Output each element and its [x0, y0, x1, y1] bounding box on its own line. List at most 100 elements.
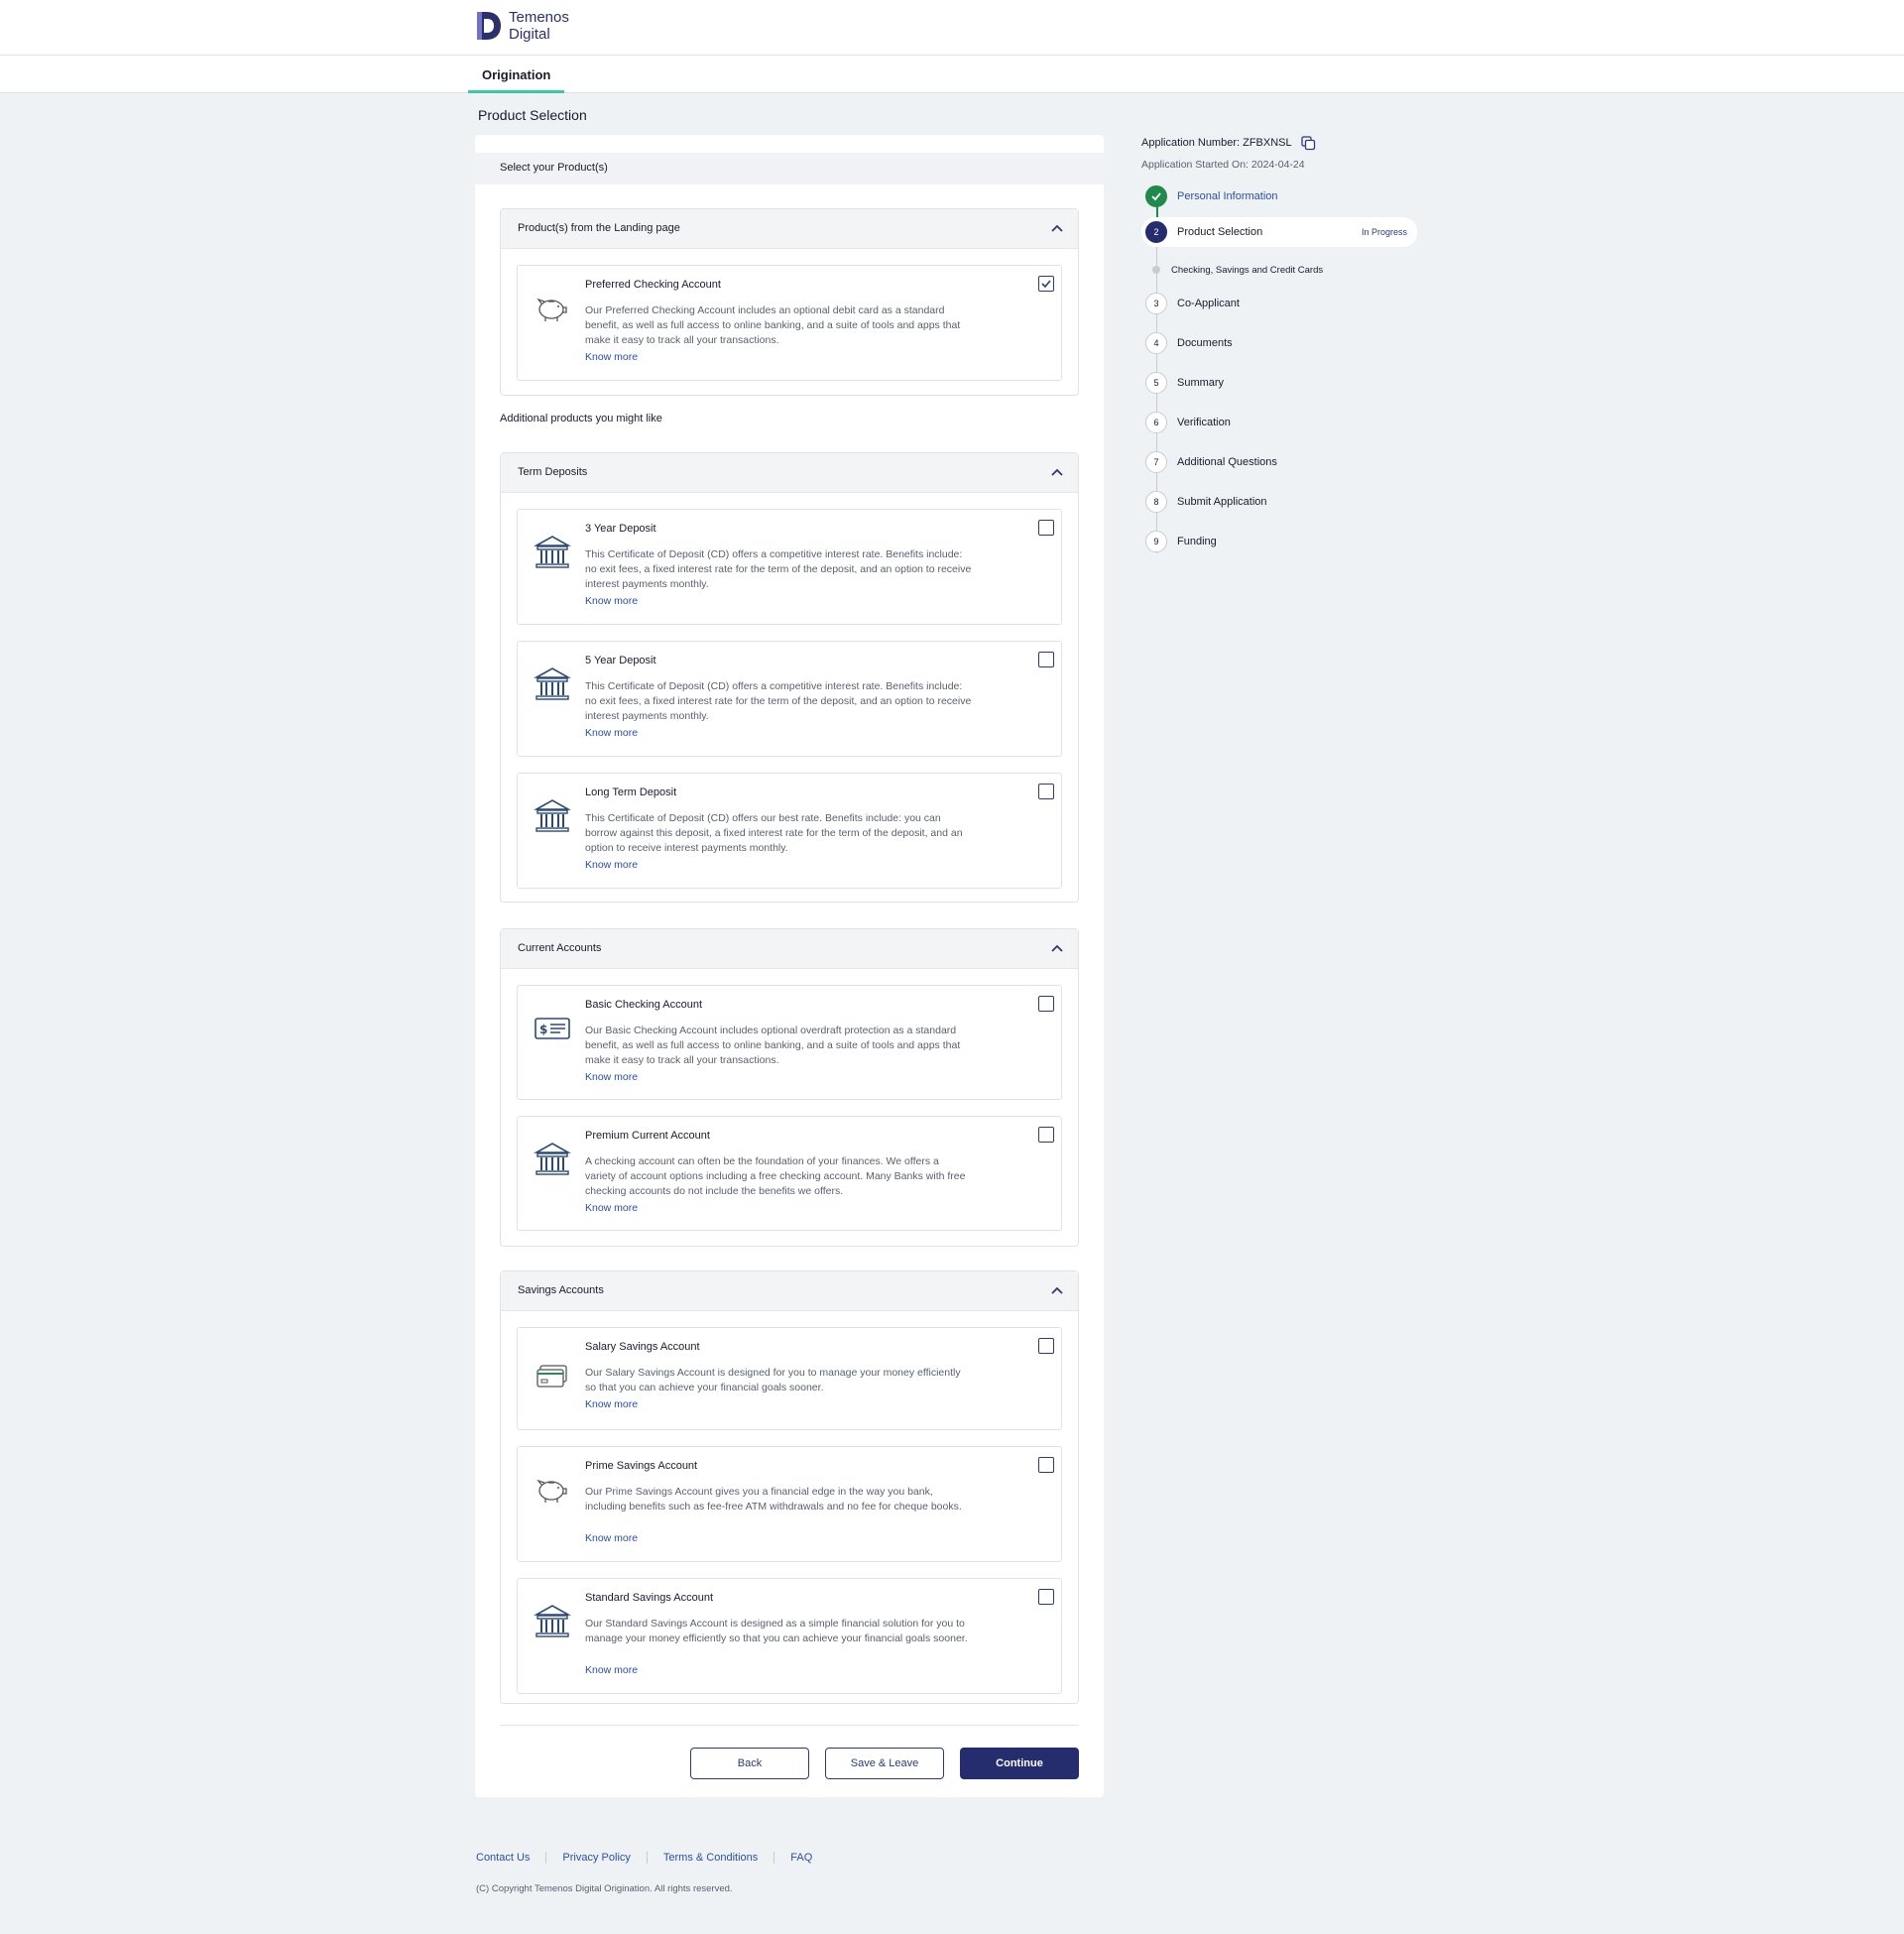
footer-divider [500, 1725, 1079, 1726]
brand-line-1: Temenos [509, 9, 569, 26]
product-card: $ Basic Checking Account Our Basic Check… [517, 985, 1062, 1100]
product-checkbox[interactable] [1038, 784, 1054, 799]
step-label: Additional Questions [1177, 456, 1277, 468]
top-bar: Temenos Digital [0, 0, 1904, 56]
step-verification[interactable]: 6 Verification [1145, 411, 1417, 434]
footer-link-faq[interactable]: FAQ [790, 1852, 812, 1864]
step-label: Personal Information [1177, 190, 1278, 202]
step-number: 6 [1145, 412, 1167, 433]
product-checkbox[interactable] [1038, 520, 1054, 536]
step-product-selection[interactable]: 2 Product Selection In Progress [1141, 217, 1417, 247]
copyright-text: (C) Copyright Temenos Digital Originatio… [476, 1883, 733, 1894]
know-more-link[interactable]: Know more [585, 1532, 638, 1544]
step-label: Product Selection [1177, 226, 1263, 238]
brand-name: Temenos Digital [509, 9, 569, 43]
know-more-link[interactable]: Know more [585, 1202, 638, 1214]
product-checkbox[interactable] [1038, 1589, 1054, 1605]
product-description: Our Prime Savings Account gives you a fi… [585, 1486, 962, 1512]
step-number: 4 [1145, 332, 1167, 354]
product-description: This Certificate of Deposit (CD) offers … [585, 548, 972, 590]
product-card: Long Term Deposit This Certificate of De… [517, 773, 1062, 889]
step-additional-questions[interactable]: 7 Additional Questions [1145, 450, 1417, 474]
step-label: Co-Applicant [1177, 298, 1240, 309]
section-title: Term Deposits [518, 466, 588, 478]
product-description: This Certificate of Deposit (CD) offers … [585, 812, 963, 854]
product-card: Salary Savings Account Our Salary Saving… [517, 1327, 1062, 1430]
product-checkbox[interactable] [1038, 652, 1054, 667]
product-checkbox[interactable] [1038, 1457, 1054, 1473]
footer-separator [646, 1852, 648, 1864]
product-checkbox[interactable] [1038, 1127, 1054, 1143]
save-and-leave-button[interactable]: Save & Leave [825, 1748, 944, 1779]
chevron-up-icon[interactable] [1050, 1283, 1064, 1297]
back-button[interactable]: Back [690, 1748, 809, 1779]
bank-icon [534, 1605, 571, 1637]
tab-origination[interactable]: Origination [468, 56, 565, 93]
svg-text:$: $ [539, 1023, 547, 1036]
step-personal-information[interactable]: Personal Information [1145, 184, 1417, 208]
product-checkbox[interactable] [1038, 996, 1054, 1012]
section-savings-accounts: Savings Accounts Salary Savings Account … [500, 1270, 1079, 1704]
step-number: 9 [1145, 531, 1167, 552]
continue-button[interactable]: Continue [960, 1748, 1079, 1779]
product-description: Our Standard Savings Account is designed… [585, 1618, 968, 1644]
substep-checking-savings-credit[interactable]: Checking, Savings and Credit Cards [1145, 258, 1417, 282]
footer-link-terms-conditions[interactable]: Terms & Conditions [663, 1852, 758, 1864]
know-more-link[interactable]: Know more [585, 1398, 638, 1410]
substep-dot [1152, 266, 1160, 274]
section-current-accounts: Current Accounts $ Basic Checking Accoun… [500, 928, 1079, 1247]
section-header[interactable]: Savings Accounts [501, 1271, 1078, 1311]
bank-icon [534, 1143, 571, 1175]
step-submit-application[interactable]: 8 Submit Application [1145, 490, 1417, 514]
know-more-link[interactable]: Know more [585, 1664, 638, 1676]
step-documents[interactable]: 4 Documents [1145, 331, 1417, 355]
piggy-bank-icon [536, 1479, 567, 1503]
step-summary[interactable]: 5 Summary [1145, 371, 1417, 395]
know-more-link[interactable]: Know more [585, 351, 638, 363]
product-name: 3 Year Deposit [585, 523, 656, 535]
section-title: Current Accounts [518, 942, 602, 954]
chevron-up-icon[interactable] [1050, 941, 1064, 955]
product-description: Our Preferred Checking Account includes … [585, 304, 961, 346]
product-card: 5 Year Deposit This Certificate of Depos… [517, 641, 1062, 757]
footer-separator [545, 1852, 547, 1864]
footer-link-contact-us[interactable]: Contact Us [476, 1852, 530, 1864]
step-number: 3 [1145, 293, 1167, 314]
step-complete-circle [1145, 185, 1167, 207]
product-name: Standard Savings Account [585, 1592, 714, 1604]
product-card: Premium Current Account A checking accou… [517, 1116, 1062, 1231]
product-name: 5 Year Deposit [585, 655, 656, 666]
product-description: This Certificate of Deposit (CD) offers … [585, 680, 972, 722]
step-label: Documents [1177, 337, 1233, 349]
check-icon [1151, 192, 1161, 201]
step-number: 7 [1145, 451, 1167, 473]
know-more-link[interactable]: Know more [585, 595, 638, 607]
step-label: Funding [1177, 536, 1217, 547]
product-checkbox[interactable] [1038, 1338, 1054, 1354]
product-checkbox[interactable] [1038, 276, 1054, 292]
chevron-up-icon[interactable] [1050, 465, 1064, 479]
application-number: Application Number: ZFBXNSL [1141, 135, 1316, 151]
checkmark-icon [1041, 280, 1051, 289]
section-term-deposits: Term Deposits 3 Year Deposit This Certif… [500, 452, 1079, 903]
chevron-up-icon[interactable] [1050, 221, 1064, 235]
footer-link-privacy-policy[interactable]: Privacy Policy [562, 1852, 630, 1864]
progress-stepper: Personal Information 2 Product Selection… [1141, 184, 1417, 561]
know-more-link[interactable]: Know more [585, 1071, 638, 1083]
know-more-link[interactable]: Know more [585, 859, 638, 871]
section-header[interactable]: Product(s) from the Landing page [501, 209, 1078, 249]
product-name: Preferred Checking Account [585, 279, 721, 291]
step-number: 2 [1145, 221, 1167, 243]
know-more-link[interactable]: Know more [585, 727, 638, 739]
section-header[interactable]: Current Accounts [501, 929, 1078, 969]
bank-icon [534, 536, 571, 568]
footer-links: Contact Us Privacy Policy Terms & Condit… [476, 1852, 812, 1864]
brand-logo[interactable]: Temenos Digital [475, 9, 569, 43]
section-header[interactable]: Term Deposits [501, 453, 1078, 493]
product-card: 3 Year Deposit This Certificate of Depos… [517, 509, 1062, 625]
piggy-bank-icon [536, 298, 567, 321]
copy-icon[interactable] [1300, 135, 1316, 151]
product-description: Our Salary Savings Account is designed f… [585, 1367, 961, 1393]
step-co-applicant[interactable]: 3 Co-Applicant [1145, 292, 1417, 315]
step-funding[interactable]: 9 Funding [1145, 530, 1417, 553]
